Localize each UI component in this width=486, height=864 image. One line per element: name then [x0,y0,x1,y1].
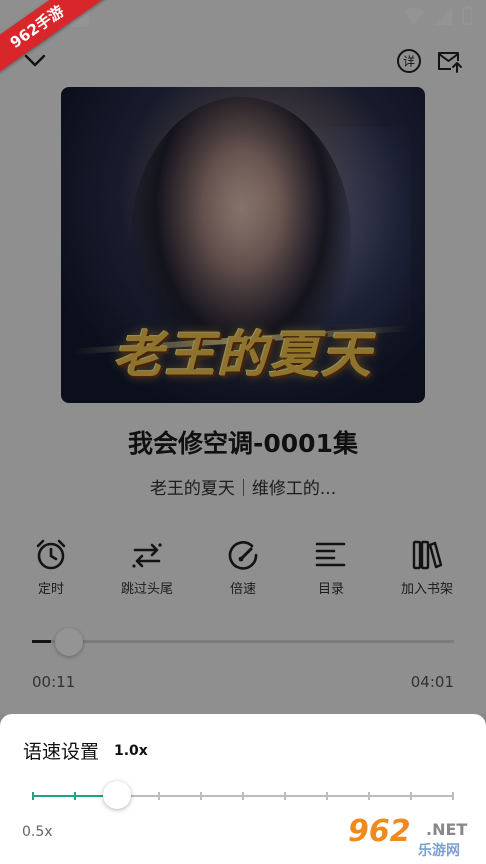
site-watermark: 962 .NET 乐游网 [348,814,480,860]
speed-tick[interactable] [452,792,454,800]
speed-tick[interactable] [326,792,328,800]
speed-slider[interactable] [32,781,454,809]
watermark-cn: 乐游网 [418,843,460,859]
watermark-number: 962 [348,814,411,849]
speed-tick[interactable] [74,792,76,800]
modal-overlay[interactable] [0,0,486,714]
speed-tick[interactable] [242,792,244,800]
speed-min-label: 0.5x [22,824,53,840]
speed-tick[interactable] [200,792,202,800]
speed-settings-title: 语速设置 [23,741,100,763]
watermark-net: .NET [426,820,468,839]
speed-tick[interactable] [284,792,286,800]
speed-current-value: 1.0x [114,743,148,759]
speed-tick[interactable] [410,792,412,800]
speed-tick[interactable] [32,792,34,800]
speed-tick[interactable] [368,792,370,800]
speed-knob[interactable] [103,781,131,809]
speed-tick[interactable] [158,792,160,800]
